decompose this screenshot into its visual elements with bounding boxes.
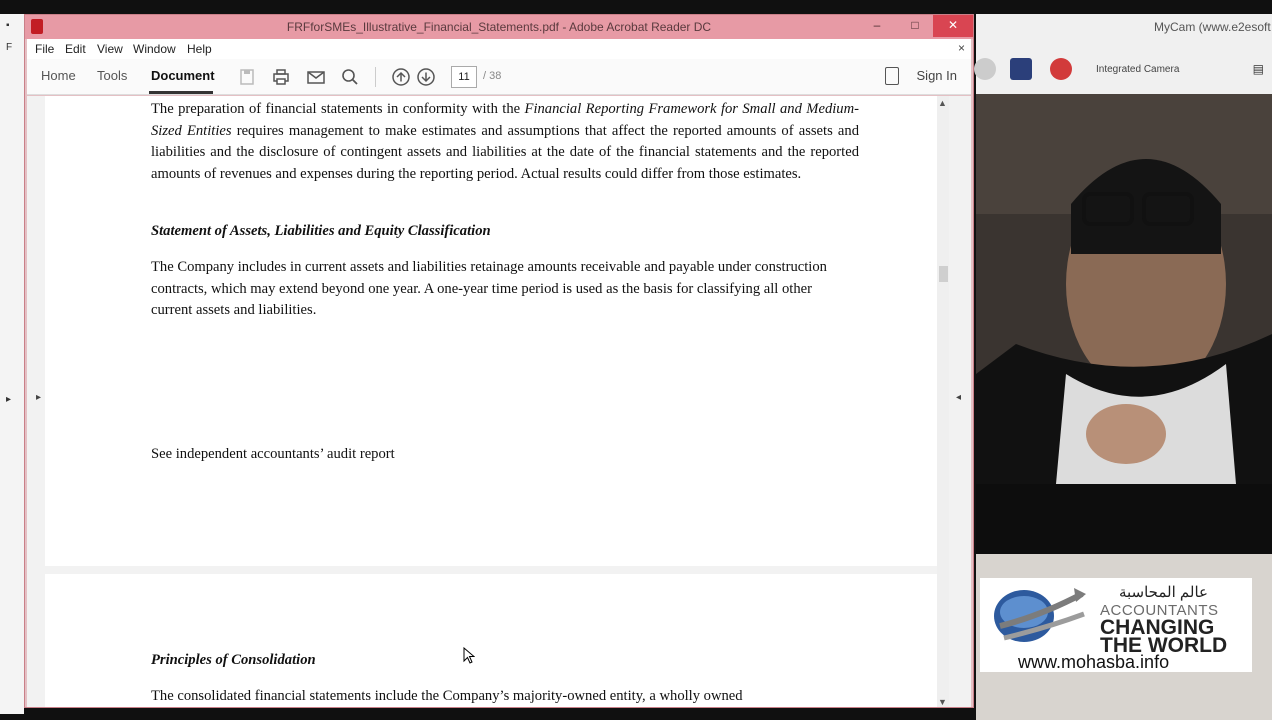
desktop-left-strip: ▪ F ▸ xyxy=(0,14,24,714)
mycam-title: MyCam (www.e2esoft xyxy=(1154,20,1271,34)
close-button[interactable]: ✕ xyxy=(933,15,973,37)
mycam-toolbar: Integrated Camera ▤ xyxy=(974,44,1272,94)
globe-logo-icon xyxy=(994,588,1086,642)
menu-window[interactable]: Window xyxy=(133,42,176,56)
toolbar-separator xyxy=(375,67,376,87)
menu-bar: File Edit View Window Help × xyxy=(27,39,971,59)
maximize-button[interactable]: □ xyxy=(901,15,929,37)
settings-icon[interactable]: ▤ xyxy=(1253,62,1264,76)
tab-tools[interactable]: Tools xyxy=(97,68,127,83)
right-pane-toggle-icon[interactable]: ◂ xyxy=(956,392,961,403)
desktop-arrow-icon: ▸ xyxy=(6,394,12,405)
menu-edit[interactable]: Edit xyxy=(65,42,86,56)
scroll-down-icon[interactable]: ▼ xyxy=(938,697,947,707)
email-icon[interactable] xyxy=(306,67,326,87)
heading-consolidation: Principles of Consolidation xyxy=(151,652,316,668)
logo-arabic-text: عالم المحاسبة xyxy=(1118,584,1208,601)
left-pane-toggle-icon[interactable]: ▸ xyxy=(36,392,41,403)
scroll-up-icon[interactable]: ▲ xyxy=(938,98,947,108)
video-black-area xyxy=(976,484,1272,554)
minimize-button[interactable]: ‒ xyxy=(863,15,891,37)
acrobat-window: FRFforSMEs_Illustrative_Financial_Statem… xyxy=(24,14,974,708)
presenter-image xyxy=(976,94,1272,484)
camera-device-name[interactable]: Integrated Camera xyxy=(1096,64,1179,75)
audit-report-note: See independent accountants’ audit repor… xyxy=(151,446,395,462)
screen: ▪ F ▸ FRFforSMEs_Illustrative_Financial_… xyxy=(0,0,1272,720)
menu-file[interactable]: File xyxy=(35,42,54,56)
toolbar: Home Tools Document 11 / 38 Sign In xyxy=(27,59,971,95)
paragraph-consolidation: The consolidated financial statements in… xyxy=(151,688,743,704)
menu-view[interactable]: View xyxy=(97,42,123,56)
sign-in-icon[interactable] xyxy=(885,67,899,85)
tab-home[interactable]: Home xyxy=(41,68,76,83)
document-view[interactable]: ▸ The preparation of financial statement… xyxy=(27,96,971,707)
pdf-page: The preparation of financial statements … xyxy=(45,96,937,566)
webcam-video-feed xyxy=(976,94,1272,484)
save-icon[interactable] xyxy=(237,67,257,87)
tab-document[interactable]: Document xyxy=(151,68,215,83)
record-icon[interactable] xyxy=(1050,58,1072,80)
page-number-input[interactable]: 11 xyxy=(451,66,477,88)
mouse-cursor-icon xyxy=(463,647,475,664)
search-icon[interactable] xyxy=(340,67,360,87)
desktop-menu-letter: F xyxy=(6,42,13,53)
next-page-icon[interactable] xyxy=(416,67,436,87)
page-total: / 38 xyxy=(483,70,502,82)
paragraph-classification: The Company includes in current assets a… xyxy=(151,259,827,319)
logo-url: www.mohasba.info xyxy=(1018,652,1170,672)
mycam-window: MyCam (www.e2esoft Integrated Camera ▤ xyxy=(974,14,1272,554)
vertical-scrollbar[interactable]: ▲ ▼ xyxy=(937,96,949,707)
pdf-page: Principles of Consolidation The consolid… xyxy=(45,574,937,707)
print-icon[interactable] xyxy=(271,67,291,87)
previous-page-icon[interactable] xyxy=(391,67,411,87)
close-document-icon[interactable]: × xyxy=(958,41,965,55)
sign-in-button[interactable]: Sign In xyxy=(917,68,957,83)
snapshot-icon[interactable] xyxy=(1010,58,1032,80)
desktop-app-icon: ▪ xyxy=(6,20,10,31)
play-icon[interactable] xyxy=(974,58,996,80)
window-title: FRFforSMEs_Illustrative_Financial_Statem… xyxy=(286,20,712,34)
active-tab-indicator xyxy=(149,91,213,94)
paragraph-estimates: The preparation of financial statements … xyxy=(151,101,859,182)
channel-logo: عالم المحاسبة ACCOUNTANTS CHANGING THE W… xyxy=(980,578,1252,672)
scroll-thumb[interactable] xyxy=(939,266,948,282)
title-bar[interactable]: FRFforSMEs_Illustrative_Financial_Statem… xyxy=(25,15,973,39)
menu-help[interactable]: Help xyxy=(187,42,212,56)
heading-classification: Statement of Assets, Liabilities and Equ… xyxy=(151,223,491,239)
